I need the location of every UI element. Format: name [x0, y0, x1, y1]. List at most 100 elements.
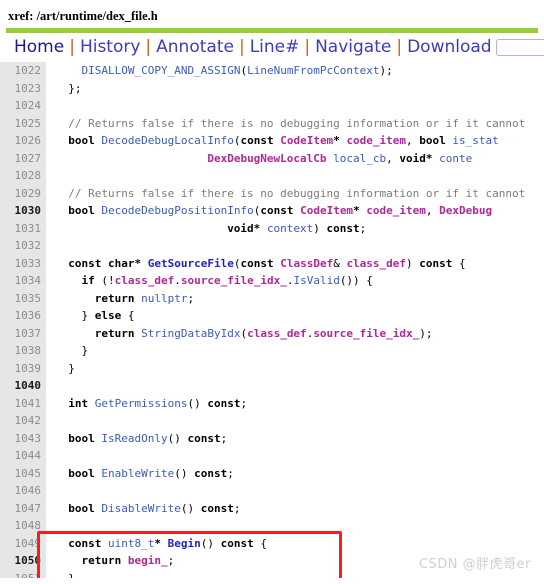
code-token: & [333, 256, 347, 270]
line-number[interactable]: 1030 [0, 202, 46, 220]
code-token: DISALLOW_COPY_AND_ASSIGN [81, 64, 241, 77]
line-number[interactable]: 1023 [0, 79, 46, 97]
code-token: const [68, 536, 108, 550]
line-number[interactable]: 1045 [0, 464, 46, 482]
code-token: } [55, 361, 75, 375]
code-token: . [174, 274, 181, 287]
code-line: 1034 if (!class_def.source_file_idx_.IsV… [0, 272, 544, 290]
line-number[interactable]: 1025 [0, 114, 46, 132]
line-number[interactable]: 1043 [0, 429, 46, 447]
code-line: 1043 bool IsReadOnly() const; [0, 429, 544, 448]
code-token: // Returns false if there is no debuggin… [68, 186, 526, 200]
code-line: 1027 DexDebugNewLocalCb local_cb, void* … [0, 149, 544, 167]
code-token: () [167, 431, 188, 445]
code-token: EnableWrite [101, 466, 175, 480]
line-number[interactable]: 1040 [0, 377, 46, 395]
line-number[interactable]: 1037 [0, 324, 46, 342]
code-token: , [406, 134, 420, 147]
code-line: 1033 const char* GetSourceFile(const Cla… [0, 254, 544, 273]
code-token: (! [94, 274, 115, 287]
code-text: bool DisableWrite() const; [46, 500, 544, 518]
code-token: CodeItem [300, 204, 354, 217]
code-token: ; [233, 501, 241, 515]
code-text: } [46, 360, 544, 378]
code-token: ) [406, 256, 420, 270]
code-token: } [55, 571, 75, 579]
code-line: 1040 [0, 377, 544, 395]
line-number[interactable]: 1041 [0, 394, 46, 412]
code-token: uint8_t [108, 536, 155, 550]
xref-file-path[interactable]: /art/runtime/dex_file.h [37, 9, 158, 23]
code-text: const char* GetSourceFile(const ClassDef… [46, 255, 544, 273]
line-number[interactable]: 1044 [0, 447, 46, 465]
nav-link-line[interactable]: Line# [250, 37, 300, 57]
search-input[interactable] [495, 38, 544, 56]
code-line: 1048 [0, 517, 544, 535]
code-line: 1028 [0, 167, 544, 185]
line-number[interactable]: 1051 [0, 569, 46, 578]
code-text: // Returns false if there is no debuggin… [46, 115, 544, 133]
code-token: GetPermissions [94, 396, 188, 410]
line-number[interactable]: 1035 [0, 289, 46, 307]
code-viewer[interactable]: 1022 DISALLOW_COPY_AND_ASSIGN(LineNumFro… [0, 62, 544, 578]
code-table: 1022 DISALLOW_COPY_AND_ASSIGN(LineNumFro… [0, 62, 544, 578]
code-text [46, 447, 544, 465]
code-token: source_file_idx_ [180, 274, 287, 287]
code-token: LineNumFromPcContext [247, 64, 380, 77]
line-number[interactable]: 1027 [0, 149, 46, 167]
code-line: 1026 bool DecodeDebugLocalInfo(const Cod… [0, 132, 544, 150]
line-number[interactable]: 1022 [0, 62, 46, 80]
line-number[interactable]: 1031 [0, 219, 46, 237]
xref-label: xref: [8, 9, 34, 23]
code-token: const [207, 396, 241, 410]
code-text: bool IsReadOnly() const; [46, 430, 544, 448]
line-number[interactable]: 1036 [0, 307, 46, 325]
line-number[interactable]: 1046 [0, 482, 46, 500]
nav-link-home[interactable]: Home [14, 37, 64, 57]
code-token: return [94, 291, 142, 305]
code-token: * [333, 134, 347, 147]
line-number[interactable]: 1038 [0, 342, 46, 360]
line-number[interactable]: 1029 [0, 184, 46, 202]
line-number[interactable]: 1050 [0, 552, 46, 570]
line-number[interactable]: 1047 [0, 499, 46, 517]
line-number[interactable]: 1048 [0, 517, 46, 535]
code-token: local_cb [333, 151, 387, 165]
code-token: const [326, 221, 360, 235]
line-number[interactable]: 1032 [0, 237, 46, 255]
line-number[interactable]: 1039 [0, 359, 46, 377]
line-number[interactable]: 1042 [0, 412, 46, 430]
code-token: const [194, 466, 228, 480]
code-token: ; [359, 221, 367, 235]
code-token: IsReadOnly [101, 431, 168, 445]
code-token: ; [187, 291, 195, 305]
nav-link-history[interactable]: History [80, 37, 140, 57]
nav-link-download[interactable]: Download [407, 37, 492, 57]
code-token: is_stat [452, 134, 499, 147]
code-line: 1039 } [0, 359, 544, 378]
line-number[interactable]: 1049 [0, 534, 46, 552]
nav-link-navigate[interactable]: Navigate [315, 37, 391, 57]
code-token: bool [68, 134, 102, 147]
line-number[interactable]: 1028 [0, 167, 46, 185]
code-token: code_item [346, 134, 407, 147]
code-token: bool [419, 134, 453, 147]
code-text: bool DecodeDebugPositionInfo(const CodeI… [46, 202, 544, 220]
code-line: 1035 return nullptr; [0, 289, 544, 307]
nav-separator: | [238, 37, 245, 57]
code-line: 1031 void* context) const; [0, 219, 544, 237]
line-number[interactable]: 1033 [0, 254, 46, 272]
code-token: else [94, 309, 122, 322]
nav-separator: | [69, 37, 75, 57]
code-token: const [187, 431, 221, 445]
code-token: ()) { [339, 274, 373, 287]
line-number[interactable]: 1034 [0, 272, 46, 290]
line-number[interactable]: 1026 [0, 132, 46, 150]
code-token: DecodeDebugPositionInfo [101, 204, 254, 217]
nav-link-annotate[interactable]: Annotate [156, 37, 234, 57]
line-number[interactable]: 1024 [0, 97, 46, 115]
